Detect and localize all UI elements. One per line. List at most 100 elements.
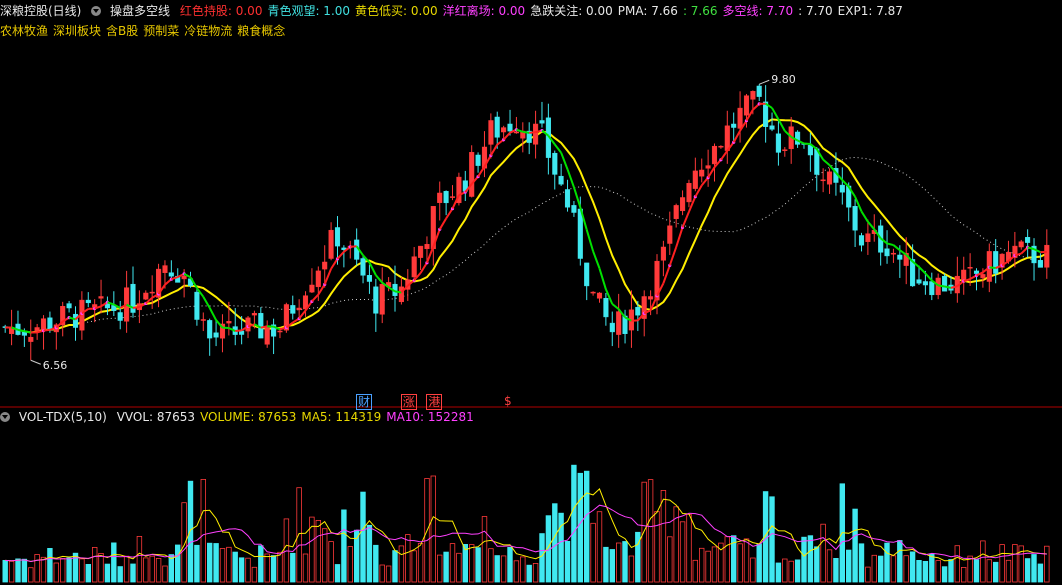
candle-up: [750, 91, 756, 100]
volume-bar-down: [909, 551, 916, 583]
ma-yellow-line: [5, 118, 1048, 334]
volume-bar-down: [922, 561, 929, 583]
candle-down: [769, 125, 775, 130]
volume-bar-down: [494, 555, 500, 583]
event-marker[interactable]: $: [503, 394, 513, 408]
volume-bar-up: [679, 521, 686, 583]
volume-bar-up: [596, 511, 603, 583]
candle-up: [296, 307, 302, 311]
volume-bar-up: [654, 511, 660, 583]
ma-fast-segment: [260, 325, 268, 329]
event-marker[interactable]: 港: [426, 394, 443, 410]
volume-bar-down: [507, 547, 513, 583]
candle-down: [571, 205, 577, 213]
candle-up: [143, 292, 149, 300]
ma-fast-segment: [944, 285, 952, 289]
candle-up: [437, 192, 443, 203]
candle-down: [66, 303, 72, 309]
volume-bar-down: [360, 491, 366, 583]
high-pointer: [759, 79, 770, 85]
ma-fast-segment: [732, 130, 741, 143]
volume-bar-up: [219, 548, 226, 583]
volume-bar-down: [929, 553, 935, 583]
volume-bar-down: [603, 546, 609, 583]
volume-bar-down: [341, 509, 347, 583]
candle-up: [1018, 241, 1024, 248]
volume-bar-down: [258, 545, 264, 583]
candle-up: [711, 145, 718, 165]
ma-fast-segment: [585, 229, 595, 252]
candle-up: [667, 225, 673, 244]
ma-fast-segment: [394, 290, 402, 294]
volume-bar-up: [724, 536, 730, 583]
volume-bar-up: [903, 555, 909, 583]
ma-fast-segment: [132, 305, 140, 309]
candle-up: [149, 291, 155, 294]
candle-up: [616, 311, 622, 335]
candle-up: [418, 245, 424, 258]
candle-up: [680, 197, 686, 212]
volume-bar-up: [660, 489, 667, 583]
ma-fast-segment: [592, 250, 601, 269]
ma-fast-segment: [208, 307, 217, 321]
volume-bar-up: [226, 546, 232, 583]
candle-down: [360, 258, 366, 276]
candle-down: [858, 235, 865, 246]
ma-fast-segment: [311, 293, 320, 303]
ma-fast-segment: [336, 251, 345, 260]
volume-bar-up: [999, 544, 1005, 583]
volume-bar-up: [436, 554, 443, 583]
candle-down: [366, 275, 372, 282]
ma-fast-segment: [566, 168, 575, 188]
volume-bar-down: [187, 480, 194, 583]
candle-up: [424, 244, 430, 249]
volume-bar-down: [15, 558, 21, 583]
candle-up: [980, 274, 986, 279]
volume-bar-up: [488, 548, 494, 583]
volume-bar-up: [468, 544, 475, 583]
candle-up: [411, 256, 417, 278]
candle-up: [34, 327, 40, 332]
candle-up: [967, 267, 973, 269]
candle-up: [737, 107, 743, 129]
candle-down: [884, 248, 890, 257]
volume-bar-up: [711, 546, 718, 583]
kline-chart[interactable]: 9.80 6.56: [0, 0, 1062, 585]
volume-bar-down: [117, 566, 123, 583]
volume-bar-down: [443, 551, 449, 583]
volume-bar-up: [28, 567, 34, 583]
volume-bar-up: [347, 546, 353, 583]
ma-fast-segment: [235, 329, 242, 333]
event-marker[interactable]: 涨: [400, 394, 417, 410]
ma-fast-segment: [675, 227, 684, 248]
candle-up: [469, 152, 475, 197]
candle-down: [334, 227, 341, 247]
volume-bar-up: [92, 547, 98, 583]
volume-bar-down: [366, 524, 373, 583]
ma-fast-segment: [445, 208, 454, 220]
ma-fast-segment: [598, 268, 607, 290]
candle-down: [494, 116, 500, 138]
volume-bar-down: [21, 558, 28, 583]
candle-down: [290, 305, 296, 314]
volume-bar-up: [8, 560, 15, 583]
volume-bar-down: [85, 564, 91, 583]
volume-bar-down: [993, 561, 999, 583]
volume-bar-up: [34, 554, 40, 583]
volume-bar-up: [321, 528, 328, 583]
event-marker[interactable]: 财: [356, 394, 373, 410]
candle-up: [322, 261, 328, 270]
volume-bar-down: [47, 548, 53, 583]
volume-bar-up: [123, 555, 130, 583]
candle-up: [692, 170, 698, 189]
volume-bar-up: [986, 559, 992, 583]
ma-fast-segment: [771, 107, 780, 120]
volume-bar-down: [111, 542, 117, 583]
candle-up: [251, 313, 257, 316]
candle-up: [245, 317, 251, 332]
ma-fast-segment: [368, 261, 377, 276]
candle-down: [897, 254, 903, 260]
candle-down: [168, 272, 174, 277]
candle-down: [609, 322, 615, 333]
volume-bar-up: [1044, 545, 1050, 583]
